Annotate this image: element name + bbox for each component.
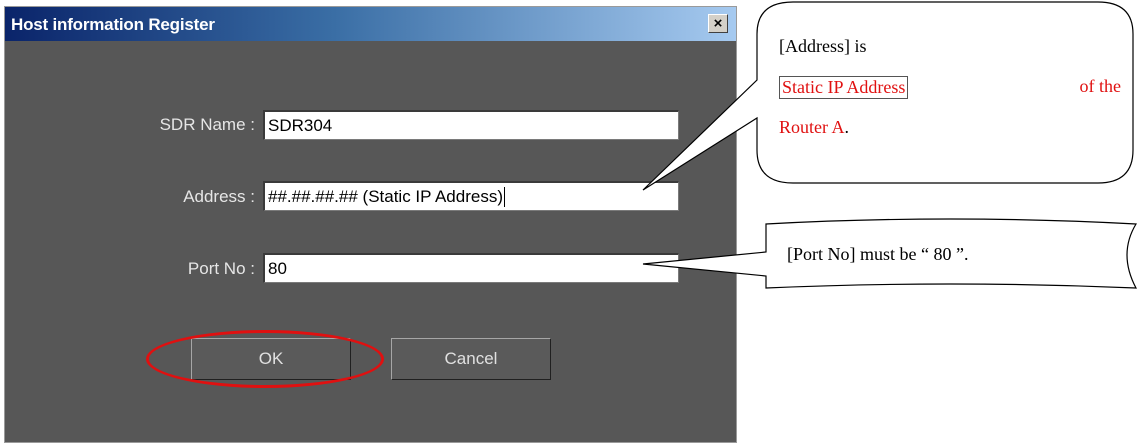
router-a-text: Router A — [779, 117, 845, 137]
static-ip-boxed-text: Static IP Address — [779, 76, 909, 99]
address-callout-line1: [Address] is — [779, 36, 867, 56]
address-callout-line2: Static IP Address of the — [779, 76, 1121, 99]
period-text: . — [844, 117, 850, 137]
address-callout-of-the: of the — [1079, 76, 1121, 96]
port-callout-text: [Port No] must be “ 80 ”. — [787, 244, 969, 264]
callout-shapes — [642, 1, 1138, 289]
address-callout-line3: Router A. — [779, 117, 849, 138]
